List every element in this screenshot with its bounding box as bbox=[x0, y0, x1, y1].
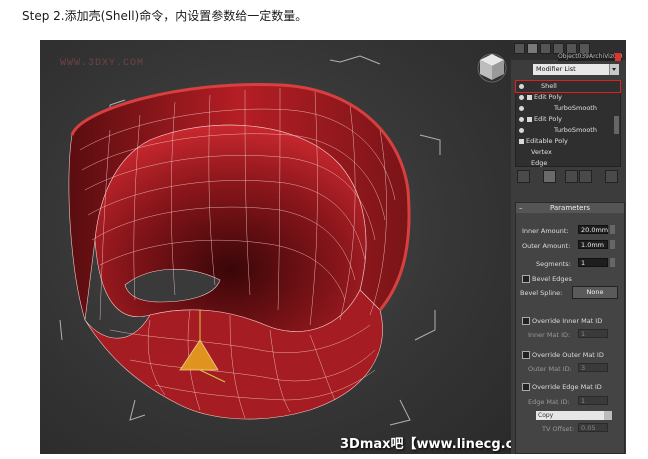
lightbulb-icon[interactable] bbox=[519, 94, 524, 100]
stack-item-vertex[interactable]: Vertex bbox=[516, 147, 620, 158]
shell-chair-model[interactable] bbox=[68, 82, 411, 420]
3dsmax-screenshot: WWW.3DXY.COM 3Dmax吧【www.linecg.com/tieba… bbox=[40, 40, 626, 454]
stack-item-edit-poly[interactable]: Edit Poly bbox=[516, 92, 620, 103]
object-name-field[interactable]: Object039ArchiViz0001 Pivot bbox=[558, 53, 622, 61]
lightbulb-icon[interactable] bbox=[519, 105, 524, 111]
hierarchy-tab-icon[interactable] bbox=[540, 43, 551, 54]
configure-sets-icon[interactable] bbox=[605, 170, 618, 183]
stack-item-editable-poly[interactable]: Editable Poly bbox=[516, 136, 620, 147]
remove-modifier-icon[interactable] bbox=[579, 170, 592, 183]
bevel-spline-button[interactable]: None bbox=[572, 286, 618, 299]
outer-mat-id-label: Outer Mat ID: bbox=[528, 365, 572, 373]
inner-mat-id-field[interactable]: 1 bbox=[578, 329, 608, 338]
segments-spinner[interactable] bbox=[610, 258, 615, 267]
stack-toolbar bbox=[515, 168, 619, 184]
parameters-rollout-header[interactable]: Parameters bbox=[516, 203, 624, 213]
lightbulb-icon[interactable] bbox=[519, 83, 524, 89]
outer-amount-label: Outer Amount: bbox=[522, 242, 571, 250]
make-unique-icon[interactable] bbox=[565, 170, 578, 183]
pin-stack-icon[interactable] bbox=[517, 170, 530, 183]
inner-amount-field[interactable]: 20.0mm bbox=[578, 225, 608, 234]
tv-offset-field[interactable]: 0.05 bbox=[578, 423, 608, 432]
override-inner-label: Override Inner Mat ID bbox=[532, 317, 603, 325]
viewcube[interactable] bbox=[477, 53, 507, 83]
modifier-list-label: Modifier List bbox=[536, 65, 576, 73]
override-edge-checkbox[interactable] bbox=[522, 383, 530, 391]
inner-amount-spinner[interactable] bbox=[610, 225, 615, 234]
override-outer-checkbox[interactable] bbox=[522, 351, 530, 359]
stack-scrollbar[interactable] bbox=[614, 116, 619, 134]
edge-mat-id-label: Edge Mat ID: bbox=[528, 398, 570, 406]
inner-mat-id-label: Inner Mat ID: bbox=[528, 331, 571, 339]
show-end-result-icon[interactable] bbox=[543, 170, 556, 183]
create-tab-icon[interactable] bbox=[514, 43, 525, 54]
command-panel: Object039ArchiViz0001 Pivot Modifier Lis… bbox=[511, 40, 626, 454]
viewport-scene bbox=[59, 53, 507, 426]
edge-mapping-value: Copy bbox=[538, 412, 554, 419]
bevel-spline-label: Bevel Spline: bbox=[520, 289, 563, 297]
edge-mapping-dropdown[interactable]: Copy bbox=[536, 411, 612, 420]
shell-parameters-rollout: Parameters Inner Amount: 20.0mm Outer Am… bbox=[515, 202, 625, 454]
tv-offset-label: TV Offset: bbox=[542, 425, 575, 433]
modify-tab-icon[interactable] bbox=[527, 43, 538, 54]
expand-plus-icon[interactable] bbox=[527, 116, 532, 122]
override-inner-checkbox[interactable] bbox=[522, 317, 530, 325]
override-outer-label: Override Outer Mat ID bbox=[532, 351, 604, 359]
perspective-viewport[interactable]: WWW.3DXY.COM 3Dmax吧【www.linecg.com/tieba… bbox=[40, 40, 511, 454]
lightbulb-icon[interactable] bbox=[519, 127, 524, 133]
stack-item-turbosmooth[interactable]: TurboSmooth bbox=[516, 103, 620, 114]
forum-watermark: 3Dmax吧【www.linecg.com/tieba/1771】 bbox=[340, 437, 511, 452]
modifier-stack[interactable]: Shell Edit Poly TurboSmooth Edit Poly Tu… bbox=[515, 80, 621, 167]
outer-mat-id-field[interactable]: 3 bbox=[578, 363, 608, 372]
segments-field[interactable]: 1 bbox=[578, 258, 608, 267]
outer-amount-field[interactable]: 1.0mm bbox=[578, 240, 608, 249]
object-color-swatch[interactable] bbox=[615, 53, 621, 61]
edge-mat-id-field[interactable]: 1 bbox=[578, 396, 608, 405]
site-watermark: WWW.3DXY.COM bbox=[60, 58, 145, 69]
segments-label: Segments: bbox=[536, 260, 571, 268]
chevron-down-icon bbox=[609, 64, 619, 75]
bevel-edges-checkbox[interactable] bbox=[522, 275, 530, 283]
collapse-minus-icon[interactable] bbox=[519, 138, 524, 144]
step-caption: Step 2.添加壳(Shell)命令，内设置参数给一定数量。 bbox=[22, 9, 308, 23]
outer-amount-spinner[interactable] bbox=[610, 240, 615, 249]
expand-plus-icon[interactable] bbox=[527, 94, 532, 100]
lightbulb-icon[interactable] bbox=[519, 116, 524, 122]
stack-item-edit-poly-2[interactable]: Edit Poly bbox=[516, 114, 620, 125]
chevron-down-icon bbox=[604, 411, 612, 420]
stack-item-shell[interactable]: Shell bbox=[515, 80, 621, 93]
bevel-edges-label: Bevel Edges bbox=[532, 275, 572, 283]
override-edge-label: Override Edge Mat ID bbox=[532, 383, 602, 391]
inner-amount-label: Inner Amount: bbox=[522, 227, 569, 235]
modifier-list-dropdown[interactable]: Modifier List bbox=[533, 64, 619, 75]
stack-item-turbosmooth-2[interactable]: TurboSmooth bbox=[516, 125, 620, 136]
